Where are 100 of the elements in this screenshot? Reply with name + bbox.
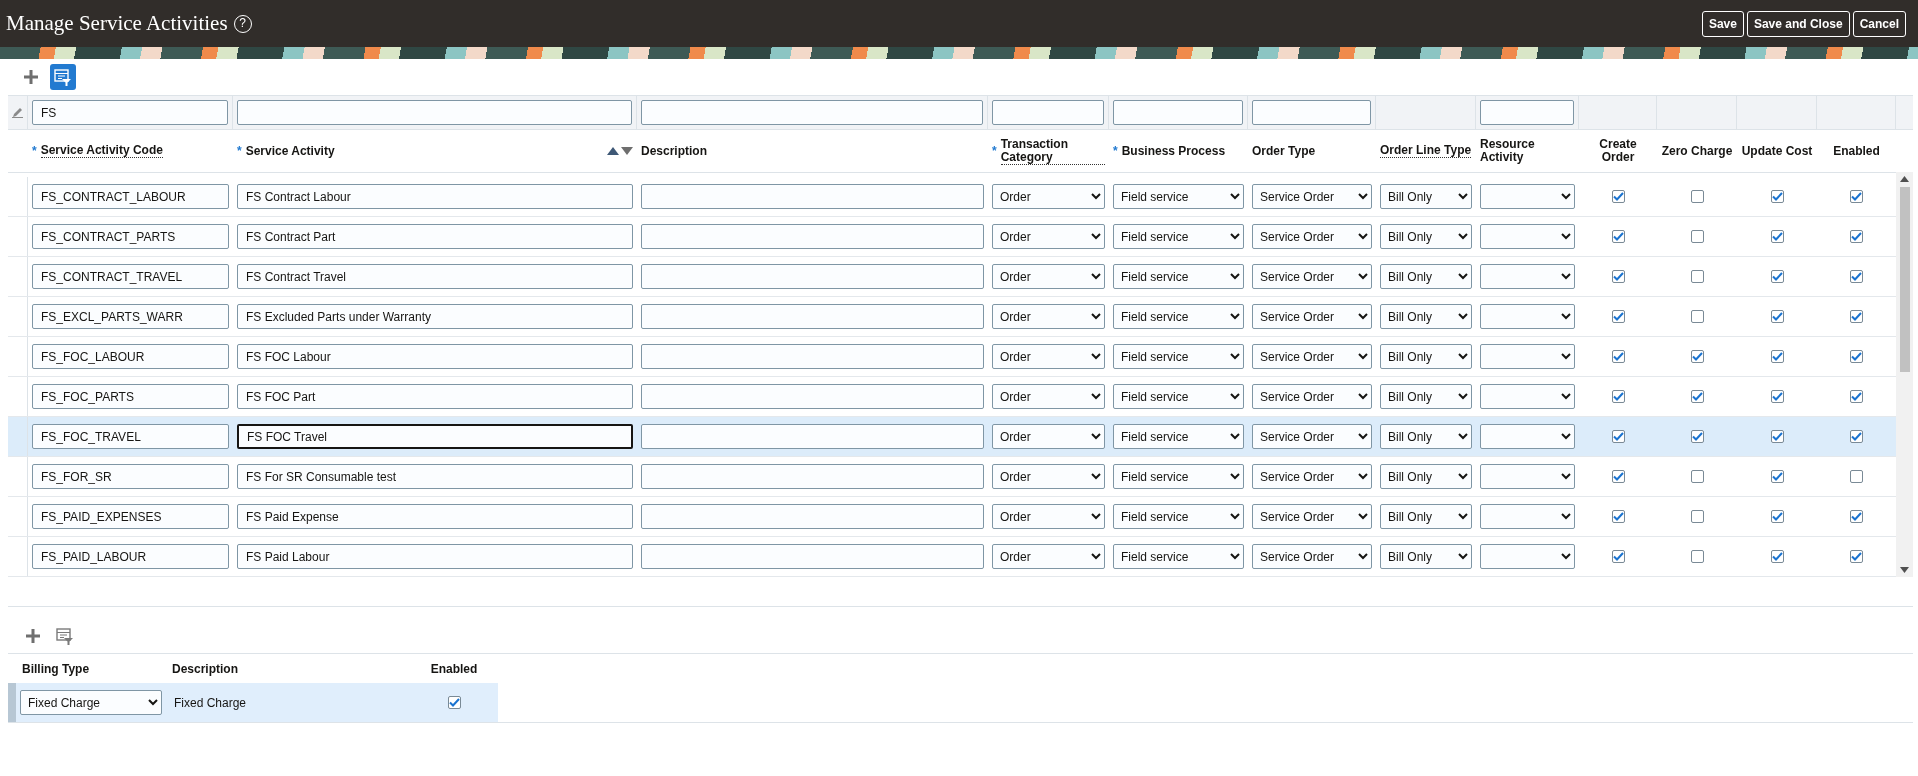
dropdown[interactable]: Service Order xyxy=(1252,544,1372,569)
text-field[interactable]: FS Contract Labour xyxy=(237,184,633,209)
sort-arrows-icon[interactable] xyxy=(607,146,633,156)
checkbox[interactable] xyxy=(1850,230,1863,243)
dropdown[interactable]: Field service xyxy=(1113,344,1244,369)
checkbox[interactable] xyxy=(447,696,461,709)
column-header[interactable]: Enabled xyxy=(430,659,478,678)
dropdown[interactable]: Field service xyxy=(1113,184,1244,209)
checkbox[interactable] xyxy=(1850,350,1863,363)
dropdown[interactable]: Order xyxy=(992,504,1105,529)
dropdown[interactable]: Bill Only xyxy=(1380,184,1472,209)
text-field[interactable]: FS_CONTRACT_TRAVEL xyxy=(32,264,229,289)
dropdown[interactable] xyxy=(1480,224,1575,249)
text-field[interactable] xyxy=(641,264,984,289)
text-field[interactable] xyxy=(641,304,984,329)
column-header[interactable]: Enabled xyxy=(1833,144,1880,158)
filter-field[interactable] xyxy=(992,100,1104,125)
checkbox[interactable] xyxy=(1611,470,1625,483)
dropdown[interactable]: Field service xyxy=(1113,464,1244,489)
dropdown[interactable]: Bill Only xyxy=(1380,224,1472,249)
text-field[interactable]: FS FOC Part xyxy=(237,384,633,409)
text-field[interactable]: FS For SR Consumable test xyxy=(237,464,633,489)
dropdown[interactable]: Service Order xyxy=(1252,384,1372,409)
checkbox[interactable] xyxy=(1770,510,1784,523)
header-button[interactable]: Cancel xyxy=(1852,10,1906,37)
text-field[interactable] xyxy=(641,504,984,529)
checkbox[interactable] xyxy=(1611,230,1625,243)
scrollbar[interactable] xyxy=(1896,172,1913,577)
dropdown[interactable]: Order xyxy=(992,464,1105,489)
dropdown[interactable]: Service Order xyxy=(1252,304,1372,329)
dropdown[interactable]: Order xyxy=(992,544,1105,569)
checkbox[interactable] xyxy=(1770,230,1784,243)
checkbox[interactable] xyxy=(1690,350,1704,363)
filter-field[interactable] xyxy=(1113,100,1243,125)
filter-field[interactable] xyxy=(1252,100,1371,125)
filter-field[interactable] xyxy=(641,100,983,125)
dropdown[interactable]: Field service xyxy=(1113,304,1244,329)
checkbox[interactable] xyxy=(1611,270,1625,283)
checkbox[interactable] xyxy=(1770,270,1784,283)
dropdown[interactable]: Field service xyxy=(1113,264,1244,289)
checkbox[interactable] xyxy=(1611,350,1625,363)
column-header[interactable]: Create Order xyxy=(1583,138,1653,164)
column-header[interactable]: Order Line Type xyxy=(1380,144,1472,158)
filter-field[interactable] xyxy=(237,100,632,125)
checkbox[interactable] xyxy=(1690,510,1704,523)
column-header[interactable]: Order Type xyxy=(1252,144,1316,158)
dropdown[interactable]: Order xyxy=(992,224,1105,249)
checkbox[interactable] xyxy=(1850,190,1863,203)
dropdown[interactable]: Field service xyxy=(1113,544,1244,569)
checkbox[interactable] xyxy=(1770,190,1784,203)
column-header[interactable]: Business Process xyxy=(1121,144,1226,158)
dropdown[interactable]: Bill Only xyxy=(1380,344,1472,369)
text-field[interactable] xyxy=(641,344,984,369)
checkbox[interactable] xyxy=(1850,310,1863,323)
text-field[interactable]: FS Paid Labour xyxy=(237,544,633,569)
scrollbar-thumb[interactable] xyxy=(1899,187,1910,372)
text-field[interactable] xyxy=(641,384,984,409)
text-field[interactable] xyxy=(641,544,984,569)
checkbox[interactable] xyxy=(1850,510,1863,523)
filter-icon[interactable] xyxy=(50,64,76,90)
dropdown[interactable]: Bill Only xyxy=(1380,304,1472,329)
checkbox[interactable] xyxy=(1611,550,1625,563)
text-field[interactable]: FS_CONTRACT_LABOUR xyxy=(32,184,229,209)
text-field[interactable]: FS FOC Labour xyxy=(237,344,633,369)
text-field[interactable]: FS Contract Part xyxy=(237,224,633,249)
column-header[interactable]: Description xyxy=(641,144,707,158)
text-field[interactable]: FS_FOC_LABOUR xyxy=(32,344,229,369)
checkbox[interactable] xyxy=(1850,270,1863,283)
column-header[interactable]: Transaction Category xyxy=(1000,137,1105,165)
checkbox[interactable] xyxy=(1690,190,1704,203)
column-header[interactable]: Service Activity Code xyxy=(40,144,163,158)
dropdown[interactable] xyxy=(1480,264,1575,289)
text-field[interactable]: FS Paid Expense xyxy=(237,504,633,529)
text-field[interactable]: FS_CONTRACT_PARTS xyxy=(32,224,229,249)
text-field[interactable] xyxy=(641,184,984,209)
dropdown[interactable]: Bill Only xyxy=(1380,384,1472,409)
dropdown[interactable]: Order xyxy=(992,304,1105,329)
dropdown[interactable]: Bill Only xyxy=(1380,504,1472,529)
checkbox[interactable] xyxy=(1770,350,1784,363)
text-field[interactable]: FS_PAID_EXPENSES xyxy=(32,504,229,529)
dropdown[interactable]: Bill Only xyxy=(1380,544,1472,569)
dropdown[interactable]: Order xyxy=(992,344,1105,369)
header-button[interactable]: Save xyxy=(1701,10,1744,37)
dropdown[interactable] xyxy=(1480,424,1575,449)
checkbox[interactable] xyxy=(1690,470,1704,483)
dropdown[interactable]: Field service xyxy=(1113,504,1244,529)
text-field[interactable] xyxy=(641,424,984,449)
filter-field[interactable] xyxy=(1480,100,1574,125)
checkbox[interactable] xyxy=(1690,390,1704,403)
dropdown[interactable]: Service Order xyxy=(1252,504,1372,529)
checkbox[interactable] xyxy=(1690,550,1704,563)
column-header[interactable]: Zero Charge xyxy=(1661,144,1733,158)
text-field[interactable] xyxy=(641,224,984,249)
checkbox[interactable] xyxy=(1611,310,1625,323)
dropdown[interactable]: Order xyxy=(992,264,1105,289)
dropdown[interactable]: Service Order xyxy=(1252,264,1372,289)
dropdown[interactable]: Service Order xyxy=(1252,344,1372,369)
checkbox[interactable] xyxy=(1850,390,1863,403)
checkbox[interactable] xyxy=(1690,270,1704,283)
filter-field[interactable]: FS xyxy=(32,100,228,125)
